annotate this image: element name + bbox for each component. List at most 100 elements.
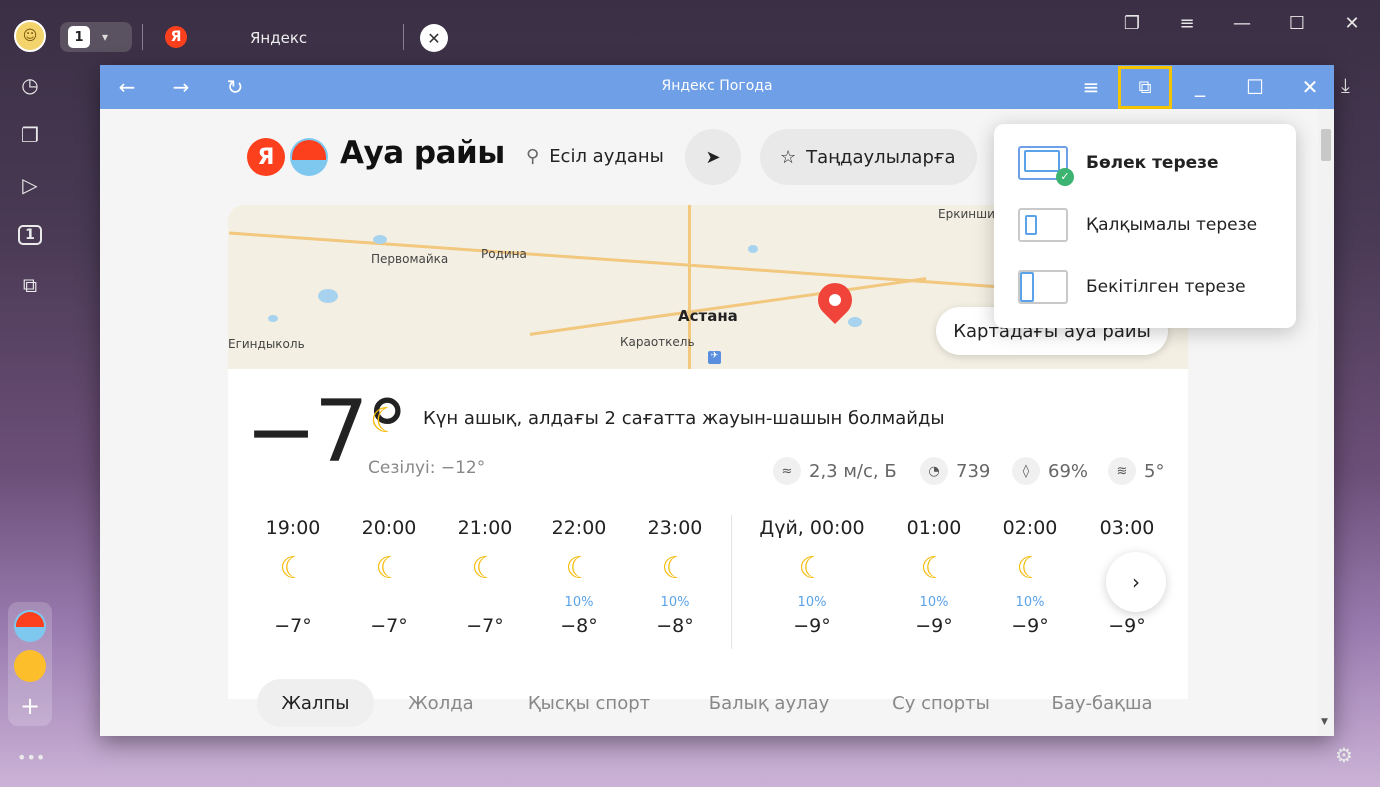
menu-item-pinned-window[interactable]: Бекітілген терезе	[1018, 270, 1246, 304]
hour-temp: −9°	[1108, 615, 1146, 637]
humidity-drop-icon: ◊	[1012, 457, 1040, 485]
browser-top-bar: ☺ 1 ▾ Я Яндекс ✕ ❐ ≡ — ☐ ✕	[0, 0, 1380, 66]
day-divider	[731, 515, 732, 649]
hourly-item[interactable]: 23:00 ☾ 10% −8°	[629, 517, 721, 637]
more-icon[interactable]: •••	[17, 748, 45, 767]
hourly-next-button[interactable]: ›	[1106, 552, 1166, 612]
tab-winter-sport[interactable]: Қысқы спорт	[514, 679, 664, 727]
brand-title[interactable]: Ауа райы	[340, 135, 505, 171]
history-icon[interactable]: ◷	[15, 70, 45, 100]
location-search[interactable]: ⚲ Есіл ауданы	[526, 146, 664, 167]
tab-water-sport[interactable]: Су спорты	[876, 679, 1006, 727]
yandex-logo-icon[interactable]: Я	[247, 138, 285, 176]
moon-icon: ☾	[1016, 551, 1044, 586]
hourly-item[interactable]: 01:00 ☾ 10% −9°	[888, 517, 980, 637]
play-icon[interactable]: ▷	[15, 170, 45, 200]
hour-temp: −8°	[656, 615, 694, 637]
feels-like: Сезілуі: −12°	[368, 458, 486, 478]
map-town-label: Егиндыколь	[228, 337, 305, 351]
hourly-item[interactable]: 19:00 ☾ −7°	[247, 517, 339, 637]
tab-garden[interactable]: Бау-бақша	[1038, 679, 1166, 727]
tabs-icon[interactable]: 1	[15, 220, 45, 250]
hour-time: 21:00	[457, 517, 513, 539]
window-maximize-icon[interactable]: ☐	[1240, 72, 1270, 102]
window-menu-icon[interactable]: ≡	[1076, 72, 1106, 102]
tab-count-button[interactable]: 1 ▾	[60, 22, 132, 52]
tab-title[interactable]: Яндекс	[250, 29, 307, 47]
add-app-icon[interactable]: +	[14, 692, 46, 720]
menu-item-label: Бекітілген терезе	[1086, 277, 1246, 297]
floating-window-icon	[1018, 208, 1068, 242]
geolocation-button[interactable]: ➤	[685, 129, 741, 185]
chevron-down-icon: ▾	[102, 30, 109, 44]
hour-precipitation: 10%	[919, 595, 949, 610]
mail-app-icon[interactable]	[14, 650, 46, 682]
tab-fishing[interactable]: Балық аулау	[694, 679, 844, 727]
umbrella-logo-icon[interactable]	[290, 138, 328, 176]
moon-icon: ☾	[471, 551, 499, 586]
hourly-item[interactable]: 02:00 ☾ 10% −9°	[984, 517, 1076, 637]
sidebar-apps-panel: +	[8, 602, 52, 726]
menu-icon[interactable]: ≡	[1172, 8, 1202, 38]
water-waves-icon: ≋	[1108, 457, 1136, 485]
map-town-label: Родина	[481, 247, 527, 261]
window-title-bar[interactable]: ← → ↻ Яндекс Погода ≡ ⧉ _ ☐ ✕	[100, 65, 1334, 109]
hour-precipitation	[439, 595, 531, 615]
download-icon[interactable]: ⤓	[1341, 73, 1350, 97]
hour-temp: −9°	[915, 615, 953, 637]
pressure-gauge-icon: ◔	[920, 457, 948, 485]
scrollbar[interactable]: ▼	[1318, 109, 1334, 736]
tab-general[interactable]: Жалпы	[257, 679, 374, 727]
scrollbar-thumb[interactable]	[1321, 129, 1331, 161]
hour-time: 22:00	[551, 517, 607, 539]
hourly-item[interactable]: 20:00 ☾ −7°	[343, 517, 435, 637]
hourly-item[interactable]: 21:00 ☾ −7°	[439, 517, 531, 637]
hour-precipitation	[343, 595, 435, 615]
profile-avatar[interactable]: ☺	[14, 20, 46, 52]
hour-precipitation	[247, 595, 339, 615]
hourly-item[interactable]: Дүй, 00:00 ☾ 10% −9°	[750, 517, 874, 637]
favorites-label: Таңдаулыларға	[806, 146, 956, 168]
minimize-icon[interactable]: —	[1227, 8, 1257, 38]
scroll-down-icon[interactable]: ▼	[1321, 717, 1328, 727]
moon-icon: ☾	[279, 551, 307, 586]
tab-divider	[403, 24, 404, 50]
screenshot-icon[interactable]: ⧉	[15, 270, 45, 300]
close-icon[interactable]: ✕	[1337, 8, 1367, 38]
separate-window-icon: ✓	[1018, 146, 1074, 186]
close-tab-icon[interactable]: ✕	[420, 24, 448, 52]
humidity-metric: ◊ 69%	[1012, 457, 1088, 485]
hour-precipitation: 10%	[797, 595, 827, 610]
menu-item-label: Қалқымалы терезе	[1086, 215, 1258, 235]
hour-precipitation: 10%	[1015, 595, 1045, 610]
hour-temp: −9°	[1011, 615, 1049, 637]
window-minimize-icon[interactable]: _	[1185, 70, 1215, 100]
menu-item-separate-window[interactable]: ✓ Бөлек терезе	[1018, 146, 1219, 186]
humidity-value: 69%	[1048, 460, 1089, 482]
tab-count: 1	[68, 26, 90, 48]
tab-road[interactable]: Жолда	[389, 679, 493, 727]
hour-temp: −8°	[560, 615, 598, 637]
moon-icon: ☾	[920, 551, 948, 586]
collections-icon[interactable]: ❐	[15, 120, 45, 150]
bookmarks-icon[interactable]: ❐	[1117, 8, 1147, 38]
hour-time: 02:00	[1002, 517, 1058, 539]
window-close-icon[interactable]: ✕	[1295, 72, 1325, 102]
wind-value: 2,3 м/с, Б	[809, 460, 897, 482]
hourly-item[interactable]: 22:00 ☾ 10% −8°	[533, 517, 625, 637]
weather-app-icon[interactable]	[14, 610, 46, 642]
maximize-icon[interactable]: ☐	[1282, 8, 1312, 38]
condition-text: Күн ашық, алдағы 2 сағатта жауын-шашын б…	[423, 408, 945, 429]
settings-sliders-icon[interactable]: ⚙	[1335, 743, 1353, 767]
map-town-label: Первомайка	[371, 252, 449, 266]
moon-icon: ☾	[661, 551, 689, 586]
chevron-right-icon: ›	[1132, 570, 1140, 594]
airport-icon: ✈	[708, 351, 721, 364]
window-mode-button[interactable]: ⧉	[1118, 66, 1172, 109]
add-favorite-button[interactable]: ☆ Таңдаулыларға	[760, 129, 977, 185]
pinned-window-icon	[1018, 270, 1068, 304]
tab-divider	[142, 24, 143, 50]
yandex-favicon-icon: Я	[165, 26, 187, 48]
menu-item-floating-window[interactable]: Қалқымалы терезе	[1018, 208, 1257, 242]
location-name: Есіл ауданы	[549, 146, 664, 167]
